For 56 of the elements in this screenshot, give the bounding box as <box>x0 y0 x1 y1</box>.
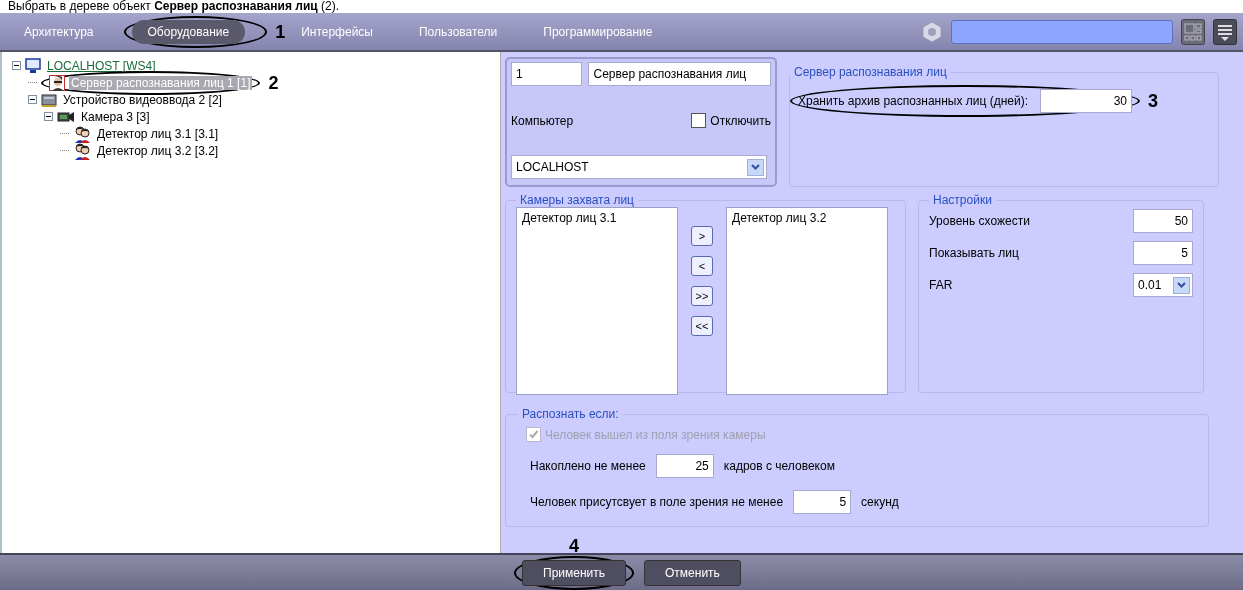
collapse-icon[interactable] <box>28 95 37 104</box>
presence-label: Человек присутсвует в поле зрения не менее <box>530 495 784 509</box>
toolbar-tab[interactable]: Оборудование <box>131 19 246 44</box>
setting-label: Уровень схожести <box>929 214 1031 228</box>
id-field[interactable]: 1 <box>511 62 583 86</box>
archive-days-label: Хранить архив распознанных лиц (дней): <box>798 94 1029 108</box>
menu-icon[interactable] <box>1213 18 1237 45</box>
tree-item-label[interactable]: LOCALHOST [WS4] <box>45 58 158 73</box>
move-button[interactable]: > <box>691 226 713 246</box>
group-title: Камеры захвата лиц <box>519 193 635 207</box>
setting-label: Показывать лиц <box>929 246 1020 260</box>
annotation-number: 2 <box>268 72 279 93</box>
tree-item-label[interactable]: Детектор лиц 3.1 [3.1] <box>95 126 221 141</box>
move-button[interactable]: >> <box>691 286 713 306</box>
caption-text: Выбрать в дереве объект Сервер распознавания лиц (2). <box>7 0 340 13</box>
device-box-icon <box>41 91 57 108</box>
caret-icon <box>1177 282 1186 288</box>
two-faces-icon <box>73 141 91 160</box>
list-item[interactable]: Детектор лиц 3.1 <box>522 211 672 225</box>
group-title: Настройки <box>932 193 993 207</box>
collapse-icon[interactable] <box>12 61 21 70</box>
frames-field[interactable]: 25 <box>655 454 714 478</box>
footer-button[interactable]: Отменить <box>644 559 741 586</box>
computer-label: Компьютер <box>511 113 574 128</box>
annotation-number: 3 <box>1148 90 1159 112</box>
two-faces-icon <box>73 124 91 143</box>
setting-field[interactable]: 5 <box>1133 241 1193 265</box>
checkmark-icon <box>528 429 539 440</box>
annotation-number: 4 <box>569 535 579 557</box>
caret-icon <box>751 164 760 170</box>
annotation-number: 1 <box>275 21 286 42</box>
tree-item-label[interactable]: Детектор лиц 3.2 [3.2] <box>95 143 221 158</box>
layout-grid-icon[interactable] <box>1181 18 1205 45</box>
monitor-icon <box>25 57 41 74</box>
tree-item-label[interactable]: Камера 3 [3] <box>79 109 152 124</box>
face-portrait-icon <box>49 74 65 91</box>
frames-label: Накоплено не менее <box>530 459 646 473</box>
archive-days-field[interactable]: 30 <box>1040 89 1133 113</box>
computer-dropdown[interactable]: LOCALHOST <box>511 155 767 179</box>
disable-checkbox[interactable]: Отключить <box>691 113 771 128</box>
search-field[interactable] <box>951 19 1173 44</box>
setting-label: FAR <box>929 278 954 292</box>
name-field[interactable]: Сервер распознавания лиц <box>588 62 771 86</box>
setting-dropdown[interactable]: 0.01 <box>1133 273 1193 297</box>
move-button[interactable]: < <box>691 256 713 276</box>
tree-item-label[interactable]: Устройство видеоввода 2 [2] <box>61 92 224 107</box>
move-button[interactable]: << <box>691 316 713 336</box>
group-title: Сервер распознавания лиц <box>793 65 948 79</box>
collapse-icon[interactable] <box>44 112 53 121</box>
list-item[interactable]: Детектор лиц 3.2 <box>732 211 882 225</box>
frames-unit: кадров с человеком <box>723 459 835 473</box>
presence-field[interactable]: 5 <box>793 490 852 514</box>
group-title: Распознать если: <box>521 407 620 421</box>
setting-field[interactable]: 50 <box>1133 209 1193 233</box>
footer-button[interactable]: Применить <box>522 559 626 586</box>
presence-unit: секунд <box>861 495 899 509</box>
